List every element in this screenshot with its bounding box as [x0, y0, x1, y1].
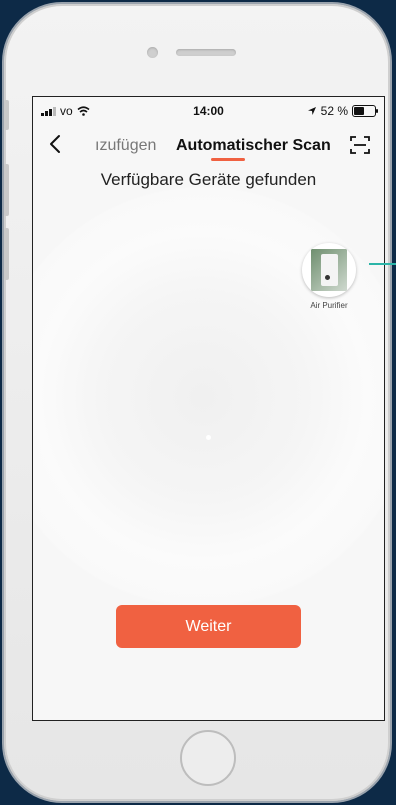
- mute-switch: [4, 100, 9, 130]
- battery-icon: [352, 105, 378, 117]
- tab-active-indicator: [211, 158, 245, 161]
- tab-auto-scan[interactable]: Automatischer Scan: [176, 137, 331, 155]
- device-image: [311, 249, 347, 291]
- battery-fill: [354, 107, 364, 115]
- scan-frame-icon[interactable]: [348, 133, 372, 157]
- edge-accent-line: [369, 263, 396, 265]
- location-arrow-icon: [307, 107, 316, 115]
- device-label: Air Purifier: [310, 301, 348, 310]
- chevron-left-icon[interactable]: [45, 133, 67, 155]
- status-right: 52 %: [307, 104, 378, 118]
- tab-device-add[interactable]: ızufügen: [95, 137, 156, 155]
- continue-button[interactable]: Weiter: [116, 605, 301, 648]
- radar-center-dot: [206, 435, 211, 440]
- earpiece-speaker: [176, 49, 236, 56]
- app-screen: vo 14:00 52 % ızufügen Automatischer Sca…: [32, 96, 385, 721]
- volume-down-button: [4, 228, 9, 280]
- volume-up-button: [4, 164, 9, 216]
- home-button[interactable]: [180, 730, 236, 786]
- status-bar: vo 14:00 52 %: [33, 97, 384, 125]
- device-air-purifier[interactable]: Air Purifier: [297, 243, 361, 310]
- front-camera: [147, 47, 158, 58]
- air-purifier-icon: [302, 243, 356, 297]
- battery-percent: 52 %: [320, 104, 348, 118]
- phone-frame: vo 14:00 52 % ızufügen Automatischer Sca…: [4, 4, 390, 801]
- nav-bar: ızufügen Automatischer Scan: [33, 125, 384, 165]
